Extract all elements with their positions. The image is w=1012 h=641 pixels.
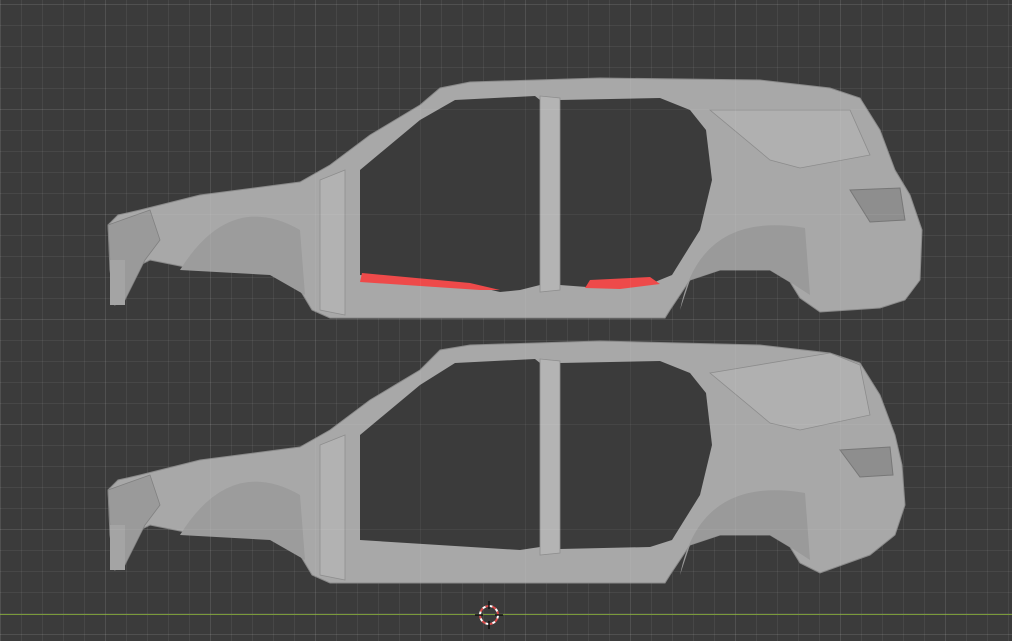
car-body-bottom-shell (107, 340, 906, 584)
car-body-top-shell (107, 77, 923, 319)
3d-cursor-icon[interactable] (475, 601, 503, 629)
3d-viewport[interactable] (0, 0, 1012, 641)
car-body-top[interactable] (0, 70, 1012, 330)
car-body-bottom[interactable] (0, 335, 1012, 595)
x-axis-line (0, 614, 1012, 615)
